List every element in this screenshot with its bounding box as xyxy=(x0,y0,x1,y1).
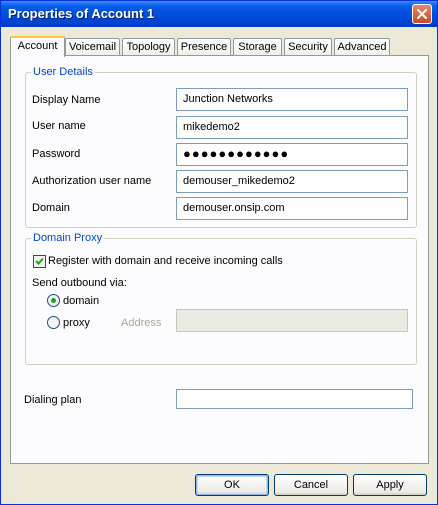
tab-account[interactable]: Account xyxy=(10,36,65,57)
address-field[interactable] xyxy=(176,309,408,332)
account-tab-panel: User Details Display Name Junction Netwo… xyxy=(10,55,429,464)
password-field[interactable]: ●●●●●●●●●●●● xyxy=(176,143,408,166)
ok-button[interactable]: OK xyxy=(195,474,269,496)
register-label[interactable]: Register with domain and receive incomin… xyxy=(48,255,283,267)
cancel-button[interactable]: Cancel xyxy=(274,474,348,496)
close-icon xyxy=(417,9,427,19)
radio-selected-dot xyxy=(51,298,56,303)
apply-button[interactable]: Apply xyxy=(353,474,427,496)
tab-topology[interactable]: Topology xyxy=(122,38,175,55)
close-button[interactable] xyxy=(412,4,432,24)
user-name-field[interactable]: mikedemo2 xyxy=(176,116,408,139)
domain-field[interactable]: demouser.onsip.com xyxy=(176,197,408,220)
display-name-label: Display Name xyxy=(32,94,101,106)
window-title: Properties of Account 1 xyxy=(8,6,155,21)
checkmark-icon xyxy=(35,257,44,265)
properties-dialog: Properties of Account 1 Account Voicemai… xyxy=(0,0,438,505)
user-details-legend: User Details xyxy=(33,66,93,78)
tab-advanced[interactable]: Advanced xyxy=(334,38,390,55)
domain-radio-label[interactable]: domain xyxy=(63,295,99,307)
dialing-plan-field[interactable] xyxy=(176,389,413,409)
send-outbound-label: Send outbound via: xyxy=(32,277,127,289)
address-label: Address xyxy=(121,317,162,329)
tab-presence[interactable]: Presence xyxy=(177,38,231,55)
domain-label: Domain xyxy=(32,202,70,214)
display-name-field[interactable]: Junction Networks xyxy=(176,88,408,111)
domain-proxy-legend: Domain Proxy xyxy=(33,232,103,244)
auth-user-label: Authorization user name xyxy=(32,175,152,187)
tab-storage[interactable]: Storage xyxy=(233,38,282,55)
domain-radio[interactable] xyxy=(47,294,60,307)
dialing-plan-label: Dialing plan xyxy=(24,394,82,406)
title-bar[interactable]: Properties of Account 1 xyxy=(1,1,437,27)
proxy-radio-label[interactable]: proxy xyxy=(63,317,90,329)
user-name-label: User name xyxy=(32,120,86,132)
register-checkbox[interactable] xyxy=(33,255,46,268)
tab-voicemail[interactable]: Voicemail xyxy=(65,38,120,55)
auth-user-field[interactable]: demouser_mikedemo2 xyxy=(176,170,408,193)
password-label: Password xyxy=(32,148,81,160)
proxy-radio[interactable] xyxy=(47,316,60,329)
tab-security[interactable]: Security xyxy=(284,38,332,55)
